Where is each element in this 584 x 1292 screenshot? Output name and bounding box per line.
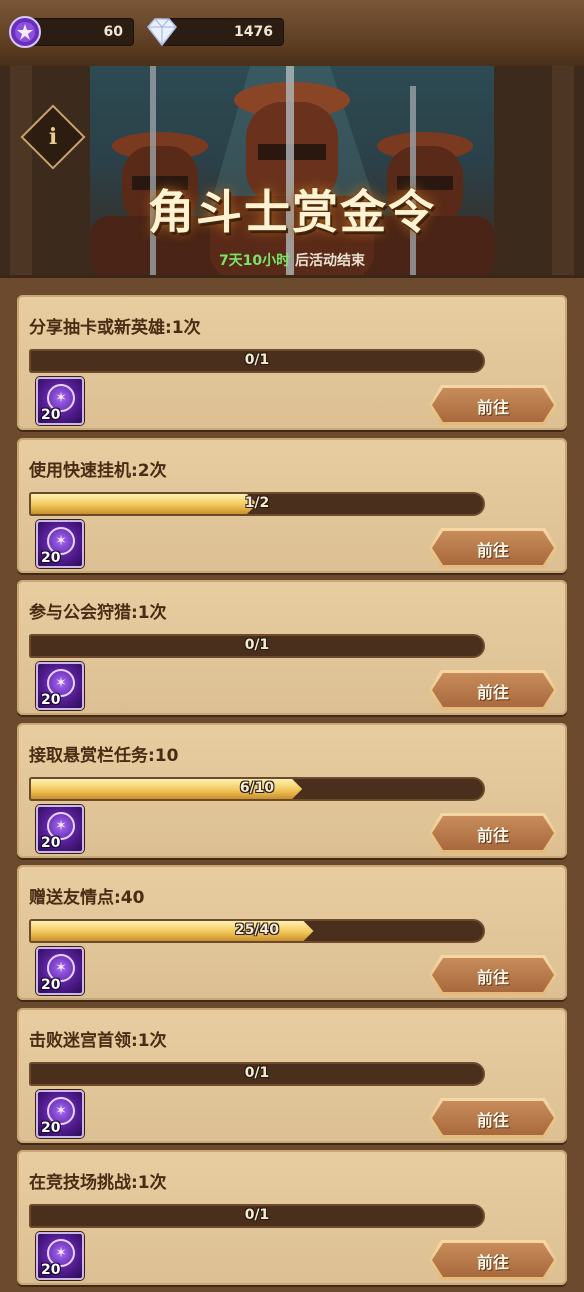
go-button-label: 前往 xyxy=(476,1253,509,1272)
task-title: 参与公会狩猎:1次 xyxy=(29,603,167,623)
go-button-label: 前往 xyxy=(476,826,509,845)
event-countdown: 7天10小时 后活动结束 xyxy=(0,250,584,270)
info-icon: i xyxy=(48,124,58,150)
progress-text: 0/1 xyxy=(244,1207,270,1223)
event-banner: i 角斗士赏金令 7天10小时 后活动结束 xyxy=(0,66,584,278)
progress-bar: 25/40 xyxy=(29,919,485,943)
progress-text: 0/1 xyxy=(244,1065,270,1081)
task-card: 分享抽卡或新英雄:1次 0/1 ✶ 20 前往 xyxy=(17,295,567,430)
reward-item[interactable]: ✶ 20 xyxy=(36,1090,84,1138)
go-button[interactable]: 前往 xyxy=(429,1098,557,1138)
go-button[interactable]: 前往 xyxy=(429,813,557,853)
task-title: 接取悬赏栏任务:10 xyxy=(29,746,179,766)
go-button-label: 前往 xyxy=(476,1111,509,1130)
go-button-label: 前往 xyxy=(476,541,509,560)
go-button-label: 前往 xyxy=(476,398,509,417)
event-title: 角斗士赏金令 xyxy=(148,185,436,239)
reward-item[interactable]: ✶ 20 xyxy=(36,1232,84,1280)
go-button-label: 前往 xyxy=(476,683,509,702)
reward-item[interactable]: ✶ 20 xyxy=(36,662,84,710)
task-title: 击败迷宫首领:1次 xyxy=(29,1031,167,1051)
countdown-time: 7天10小时 xyxy=(218,253,291,269)
progress-text: 0/1 xyxy=(244,352,270,368)
task-title: 在竞技场挑战:1次 xyxy=(29,1173,167,1193)
task-card: 使用快速挂机:2次 1/2 ✶ 20 前往 xyxy=(17,438,567,573)
bounty-token-amount: 60 xyxy=(103,24,123,40)
task-card: 接取悬赏栏任务:10 6/10 ✶ 20 前往 xyxy=(17,723,567,858)
task-title: 分享抽卡或新英雄:1次 xyxy=(29,318,201,338)
go-button[interactable]: 前往 xyxy=(429,528,557,568)
reward-amount: 20 xyxy=(41,407,61,423)
bounty-token-icon xyxy=(9,16,41,48)
gladiator-artwork xyxy=(0,66,584,275)
task-title: 赠送友情点:40 xyxy=(29,888,145,908)
diamond-icon xyxy=(147,18,177,47)
countdown-suffix: 后活动结束 xyxy=(290,253,366,269)
progress-bar: 1/2 xyxy=(29,492,485,516)
task-card: 在竞技场挑战:1次 0/1 ✶ 20 前往 xyxy=(17,1150,567,1285)
reward-amount: 20 xyxy=(41,692,61,708)
reward-amount: 20 xyxy=(41,550,61,566)
progress-bar: 0/1 xyxy=(29,1204,485,1228)
reward-item[interactable]: ✶ 20 xyxy=(36,520,84,568)
diamond-amount: 1476 xyxy=(234,24,273,40)
reward-item[interactable]: ✶ 20 xyxy=(36,947,84,995)
go-button[interactable]: 前往 xyxy=(429,1240,557,1280)
go-button[interactable]: 前往 xyxy=(429,385,557,425)
task-card: 参与公会狩猎:1次 0/1 ✶ 20 前往 xyxy=(17,580,567,715)
progress-bar: 0/1 xyxy=(29,349,485,373)
progress-text: 1/2 xyxy=(244,495,270,511)
reward-amount: 20 xyxy=(41,1120,61,1136)
currency-bar: 60 1476 xyxy=(0,0,584,66)
go-button[interactable]: 前往 xyxy=(429,955,557,995)
go-button[interactable]: 前往 xyxy=(429,670,557,710)
task-card: 击败迷宫首领:1次 0/1 ✶ 20 前往 xyxy=(17,1008,567,1143)
reward-amount: 20 xyxy=(41,977,61,993)
progress-bar: 6/10 xyxy=(29,777,485,801)
reward-amount: 20 xyxy=(41,835,61,851)
progress-bar: 0/1 xyxy=(29,634,485,658)
go-button-label: 前往 xyxy=(476,968,509,987)
reward-item[interactable]: ✶ 20 xyxy=(36,805,84,853)
progress-text: 0/1 xyxy=(244,637,270,653)
progress-text: 6/10 xyxy=(239,780,275,796)
task-card: 赠送友情点:40 25/40 ✶ 20 前往 xyxy=(17,865,567,1000)
reward-amount: 20 xyxy=(41,1262,61,1278)
progress-bar: 0/1 xyxy=(29,1062,485,1086)
reward-item[interactable]: ✶ 20 xyxy=(36,377,84,425)
progress-text: 25/40 xyxy=(234,922,280,938)
task-title: 使用快速挂机:2次 xyxy=(29,461,167,481)
